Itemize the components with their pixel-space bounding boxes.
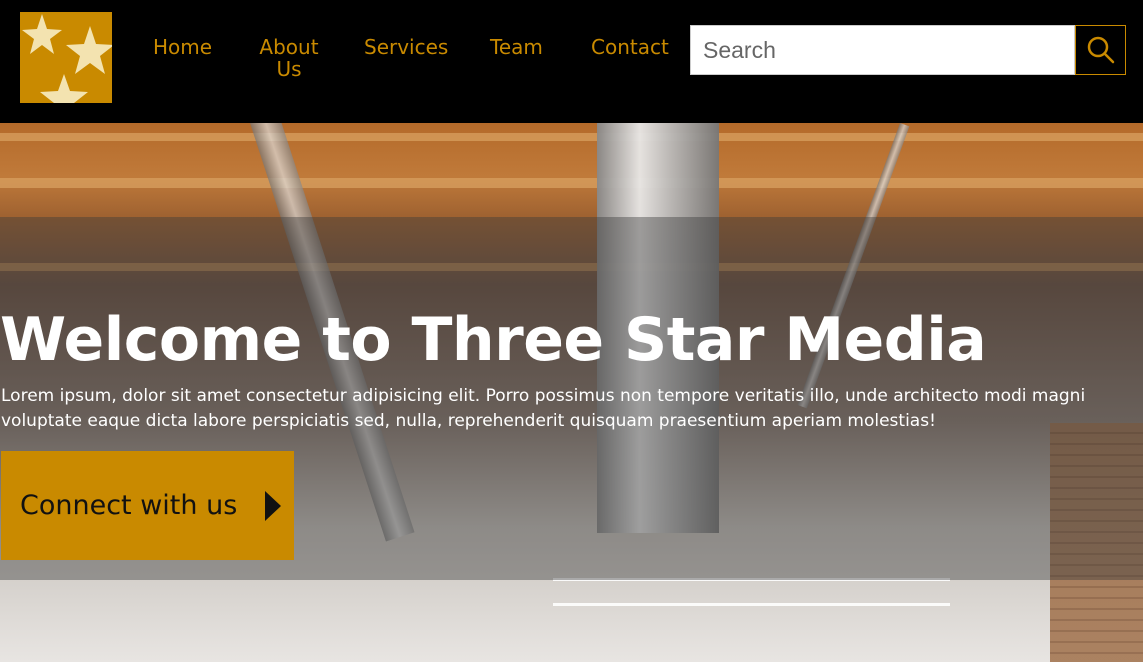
three-stars-logo-icon	[22, 14, 112, 103]
connect-button-label: Connect with us	[20, 490, 238, 521]
search-icon	[1087, 36, 1114, 64]
nav-contact[interactable]: Contact	[591, 36, 669, 58]
nav-team[interactable]: Team	[490, 36, 543, 58]
ceiling-beam	[0, 133, 1143, 141]
nav-about-us[interactable]: About Us	[258, 36, 320, 80]
hero-description: Lorem ipsum, dolor sit amet consectetur …	[1, 386, 1086, 431]
nav-home[interactable]: Home	[153, 36, 212, 58]
search-input[interactable]	[690, 25, 1075, 75]
search-button[interactable]	[1075, 25, 1126, 75]
logo[interactable]	[20, 12, 112, 103]
hero-title: Welcome to Three Star Media	[0, 305, 987, 375]
hero-section: Welcome to Three Star Media Lorem ipsum,…	[0, 123, 1143, 662]
nav-services[interactable]: Services	[364, 36, 448, 58]
ceiling-beam	[0, 178, 1143, 188]
ceiling-light	[553, 578, 950, 606]
play-arrow-icon	[265, 490, 282, 521]
connect-button[interactable]: Connect with us	[1, 451, 294, 560]
site-header: Home About Us Services Team Contact	[0, 0, 1143, 123]
